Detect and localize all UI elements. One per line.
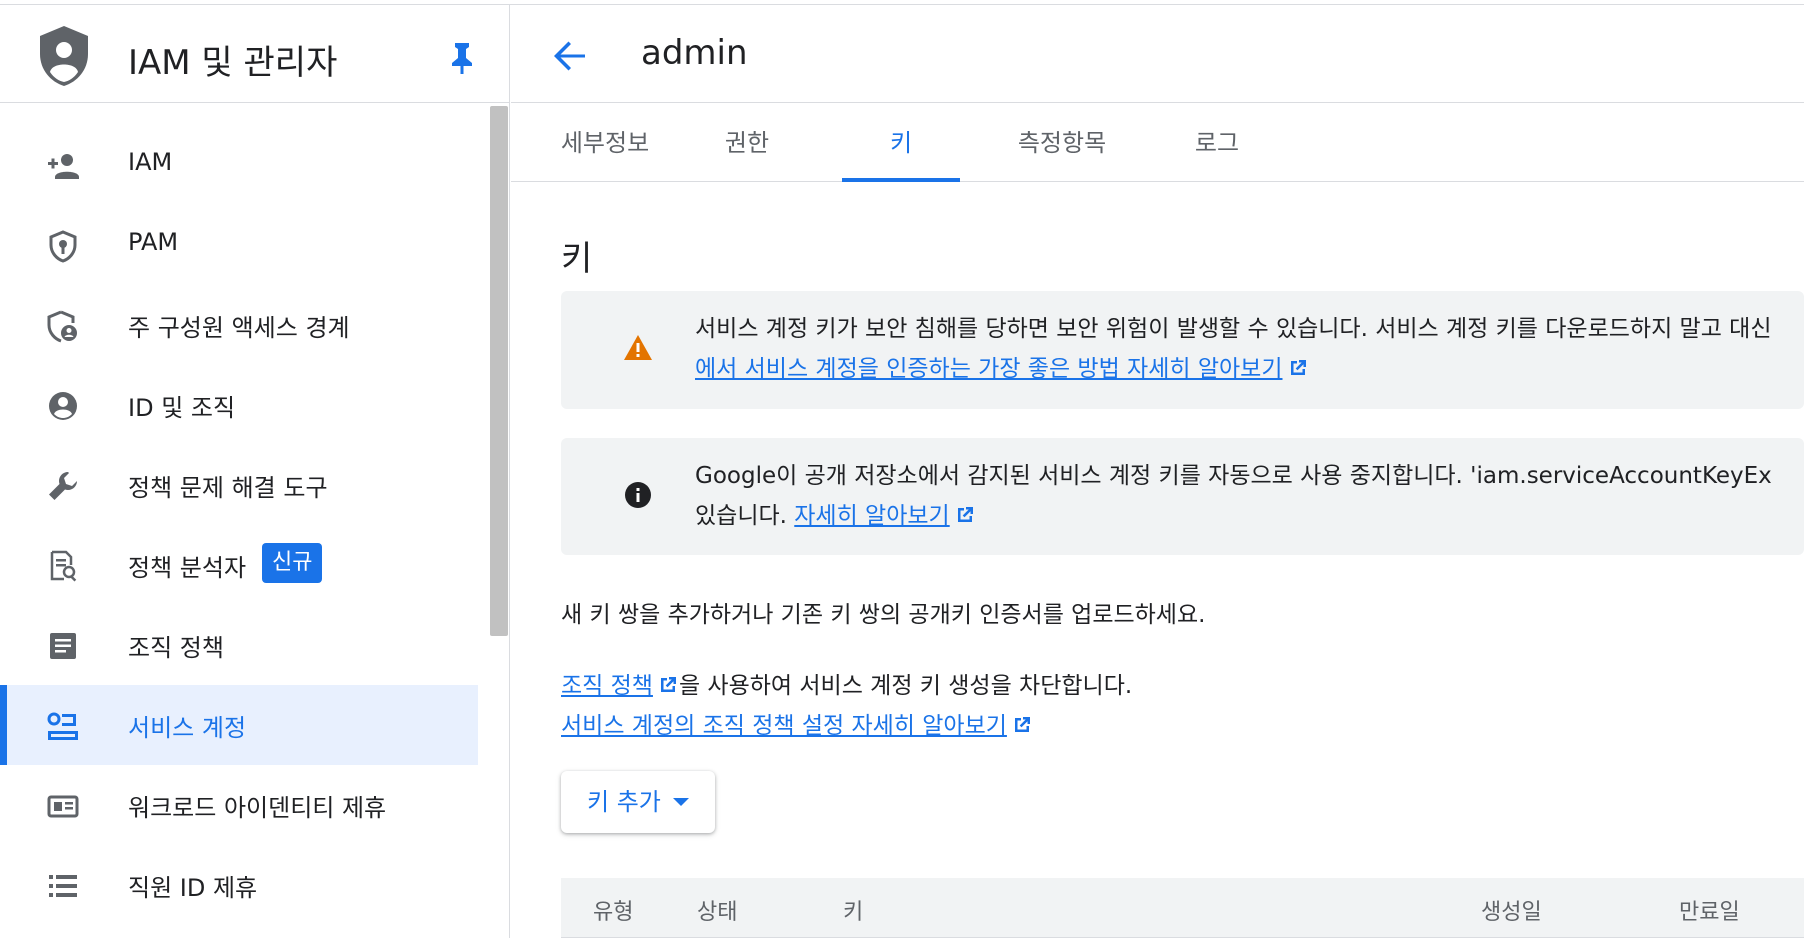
shield-person-icon [47, 310, 77, 343]
info-line: Google이 공개 저장소에서 감지된 서비스 계정 키를 자동으로 사용 중… [695, 463, 1772, 489]
wrench-icon [49, 472, 77, 500]
column-status[interactable]: 상태 [697, 894, 737, 926]
sidebar-item-label: PAM [128, 228, 179, 256]
document-search-icon [50, 550, 77, 582]
org-policy-learn-link[interactable]: 서비스 계정의 조직 정책 설정 자세히 알아보기 [561, 713, 1007, 739]
sidebar-item-principal-access-boundary[interactable]: 주 구성원 액세스 경계 [0, 285, 478, 365]
org-policy-suffix: 을 사용하여 서비스 계정 키 생성을 차단합니다. [678, 673, 1133, 699]
account-circle-icon [49, 392, 77, 420]
tab-bar: 세부정보 권한 키 측정항목 로그 [511, 104, 1804, 182]
sidebar-item-label: 정책 문제 해결 도구 [128, 474, 328, 502]
sidebar-nav: IAM PAM 주 구성원 액세스 경계 ID 및 조직 정책 문제 해결 도구… [0, 125, 478, 925]
tab-logs[interactable]: 로그 [1181, 104, 1253, 182]
sidebar-item-identity-organization[interactable]: ID 및 조직 [0, 365, 478, 445]
main-content: admin 세부정보 권한 키 측정항목 로그 키 서비스 계정 키가 보안 침… [511, 5, 1804, 938]
tab-keys[interactable]: 키 [842, 104, 960, 182]
external-link-icon [957, 507, 973, 522]
info-banner: Google이 공개 저장소에서 감지된 서비스 계정 키를 자동으로 사용 중… [561, 438, 1804, 555]
sidebar-item-policy-troubleshooter[interactable]: 정책 문제 해결 도구 [0, 445, 478, 525]
section-title: 키 [561, 239, 593, 279]
info-learn-more-link[interactable]: 자세히 알아보기 [794, 503, 949, 529]
warning-text: 서비스 계정 키가 보안 침해를 당하면 보안 위험이 발생할 수 있습니다. … [695, 309, 1804, 389]
sidebar-header: IAM 및 관리자 [0, 5, 510, 103]
add-key-label: 키 추가 [587, 788, 661, 816]
pin-icon[interactable] [448, 41, 476, 75]
warning-line: 서비스 계정 키가 보안 침해를 당하면 보안 위험이 발생할 수 있습니다. … [695, 316, 1772, 342]
sidebar-item-workforce-identity-federation[interactable]: 직원 ID 제휴 [0, 845, 478, 925]
list-box-icon [50, 633, 76, 659]
info-icon [625, 482, 651, 508]
sidebar-item-pam[interactable]: PAM [0, 205, 478, 285]
sidebar-title: IAM 및 관리자 [128, 43, 338, 83]
column-type[interactable]: 유형 [593, 894, 633, 926]
sidebar-item-policy-analyzer[interactable]: 정책 분석자 신규 [0, 525, 478, 605]
sidebar-item-service-accounts[interactable]: 서비스 계정 [0, 685, 478, 765]
info-line-2: 있습니다. 자세히 알아보기 [695, 496, 1804, 536]
page-header: admin [511, 5, 1804, 103]
sidebar-item-label: 직원 ID 제휴 [128, 874, 258, 902]
person-add-icon [48, 154, 79, 179]
keys-table-header: 유형 상태 키 생성일 만료일 [561, 878, 1804, 938]
external-link-icon [660, 677, 676, 692]
dropdown-caret-icon [672, 798, 689, 806]
info-text: Google이 공개 저장소에서 감지된 서비스 계정 키를 자동으로 사용 중… [695, 456, 1804, 536]
add-key-button[interactable]: 키 추가 [561, 771, 715, 833]
sidebar-item-label: 주 구성원 액세스 경계 [128, 314, 350, 342]
back-arrow-icon[interactable] [551, 37, 589, 75]
tab-metrics[interactable]: 측정항목 [1001, 104, 1123, 182]
column-created[interactable]: 생성일 [1481, 894, 1542, 926]
sidebar-item-label: ID 및 조직 [128, 394, 236, 422]
sidebar-item-iam[interactable]: IAM [0, 125, 478, 205]
column-key[interactable]: 키 [843, 894, 863, 926]
sidebar-item-label: 조직 정책 [128, 634, 224, 662]
sidebar-item-label: 정책 분석자 [128, 554, 247, 582]
column-expires[interactable]: 만료일 [1679, 894, 1740, 926]
sidebar-item-workload-identity-federation[interactable]: 워크로드 아이덴티티 제휴 [0, 765, 478, 845]
page-title: admin [641, 33, 748, 73]
sidebar-item-label: IAM [128, 148, 173, 176]
warning-learn-more[interactable]: 에서 서비스 계정을 인증하는 가장 좋은 방법 자세히 알아보기 [695, 349, 1804, 389]
warning-link[interactable]: 에서 서비스 계정을 인증하는 가장 좋은 방법 자세히 알아보기 [695, 356, 1283, 382]
sidebar-item-label: 서비스 계정 [128, 714, 247, 742]
sidebar-scrollbar[interactable] [490, 106, 508, 636]
tab-details[interactable]: 세부정보 [555, 104, 655, 182]
id-card-icon [47, 795, 79, 818]
warning-icon [624, 335, 652, 360]
shield-key-icon [49, 230, 77, 263]
description-text: 새 키 쌍을 추가하거나 기존 키 쌍의 공개키 인증서를 업로드하세요. [561, 602, 1206, 628]
org-policy-learn-line: 서비스 계정의 조직 정책 설정 자세히 알아보기 [561, 706, 1033, 740]
external-link-icon [1290, 360, 1306, 375]
external-link-icon [1014, 717, 1030, 732]
tab-permissions[interactable]: 권한 [711, 104, 783, 182]
list-icon [49, 875, 77, 897]
sidebar-item-organization-policies[interactable]: 조직 정책 [0, 605, 478, 685]
sidebar: IAM 및 관리자 IAM PAM 주 구성원 액세스 경계 ID 및 조직 정… [0, 5, 510, 938]
new-badge: 신규 [262, 543, 323, 583]
service-account-icon [47, 712, 78, 740]
sidebar-item-label: 워크로드 아이덴티티 제휴 [128, 794, 387, 822]
org-policy-line: 조직 정책 을 사용하여 서비스 계정 키 생성을 차단합니다. [561, 666, 1132, 700]
info-line-prefix: 있습니다. [695, 503, 787, 529]
org-policy-link[interactable]: 조직 정책 [561, 673, 653, 699]
iam-shield-logo-icon [40, 26, 88, 86]
warning-banner: 서비스 계정 키가 보안 침해를 당하면 보안 위험이 발생할 수 있습니다. … [561, 291, 1804, 409]
